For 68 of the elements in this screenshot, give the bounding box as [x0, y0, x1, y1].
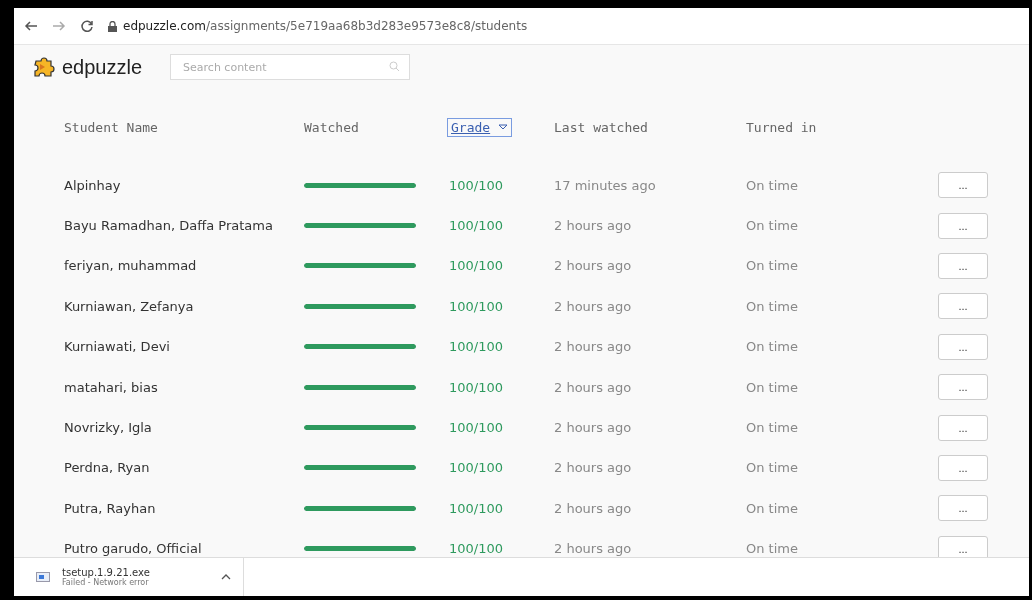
turned-in-status: On time — [746, 500, 799, 516]
last-watched-time: 2 hours ago — [554, 379, 633, 395]
more-options-button[interactable]: ... — [938, 172, 988, 199]
more-options-button[interactable]: ... — [938, 333, 988, 360]
grade-value: 100/100 — [449, 339, 504, 355]
last-watched-time: 2 hours ago — [554, 339, 633, 355]
last-watched-time: 2 hours ago — [554, 298, 633, 314]
student-name: Kurniawan, Zefanya — [64, 298, 195, 314]
grade-value: 100/100 — [449, 298, 504, 314]
turned-in-status: On time — [746, 218, 799, 234]
grade-value: 100/100 — [449, 258, 504, 274]
more-options-button[interactable]: ... — [938, 414, 988, 441]
student-name: Novrizky, Igla — [64, 420, 153, 436]
sort-column-header[interactable]: Grade — [447, 117, 513, 137]
last-watched-time: 2 hours ago — [554, 460, 633, 476]
grade-value: 100/100 — [449, 500, 504, 516]
turned-in-status: On time — [746, 298, 799, 314]
turned-in-status: On time — [746, 541, 799, 557]
turned-in-status: On time — [746, 420, 799, 436]
more-options-button[interactable]: ... — [938, 454, 988, 481]
grade-value: 100/100 — [449, 460, 504, 476]
last-watched-time: 2 hours ago — [554, 258, 633, 274]
turned-in-status: On time — [746, 460, 799, 476]
more-options-button[interactable]: ... — [938, 252, 988, 279]
turned-in-status: On time — [746, 258, 799, 274]
column-header: Turned in — [746, 119, 818, 135]
last-watched-time: 2 hours ago — [554, 541, 633, 557]
student-name: Perdna, Ryan — [64, 460, 151, 476]
grade-value: 100/100 — [449, 379, 504, 395]
student-name: Alpinhay — [64, 177, 122, 193]
more-options-button[interactable]: ... — [938, 374, 988, 401]
last-watched-time: 17 minutes ago — [554, 177, 657, 193]
last-watched-time: 2 hours ago — [554, 420, 633, 436]
column-header: Last watched — [554, 119, 649, 135]
student-name: feriyan, muhammad — [64, 258, 198, 274]
grade-value: 100/100 — [449, 177, 504, 193]
search-icon — [389, 61, 401, 72]
search-field[interactable]: Search content — [170, 54, 411, 80]
column-header: Watched — [304, 119, 360, 135]
student-name: Kurniawati, Devi — [64, 339, 171, 355]
last-watched-time: 2 hours ago — [554, 500, 633, 516]
logo-text: edpuzzle — [62, 55, 143, 79]
puzzle-piece-logo-icon — [32, 55, 56, 79]
address-bar-url[interactable]: edpuzzle.com/assignments/5e719aa68b3d283e9573e8c8/students — [123, 19, 528, 33]
file-icon — [36, 572, 50, 582]
turned-in-status: On time — [746, 339, 799, 355]
reload-icon[interactable] — [80, 19, 94, 33]
download-file-name: tsetup.1.9.21.exe — [62, 567, 151, 578]
student-name: matahari, bias — [64, 379, 159, 395]
student-name: Bayu Ramadhan, Daffa Pratama — [64, 218, 274, 234]
last-watched-time: 2 hours ago — [554, 218, 633, 234]
download-status: Failed - Network error — [62, 578, 149, 587]
more-options-button[interactable]: ... — [938, 535, 988, 557]
lock-icon — [108, 20, 117, 32]
chevron-up-icon[interactable] — [221, 574, 231, 580]
caret-icon — [498, 124, 509, 130]
more-options-button[interactable]: ... — [938, 293, 988, 320]
student-name: Putro garudo, Official — [64, 541, 203, 557]
grade-value: 100/100 — [449, 218, 504, 234]
turned-in-status: On time — [746, 379, 799, 395]
grade-value: 100/100 — [449, 420, 504, 436]
grade-value: 100/100 — [449, 541, 504, 557]
column-header: Student Name — [64, 119, 159, 135]
turned-in-status: On time — [746, 177, 799, 193]
student-name: Putra, Rayhan — [64, 500, 157, 516]
back-icon[interactable] — [24, 19, 38, 33]
more-options-button[interactable]: ... — [938, 212, 988, 239]
more-options-button[interactable]: ... — [938, 495, 988, 522]
